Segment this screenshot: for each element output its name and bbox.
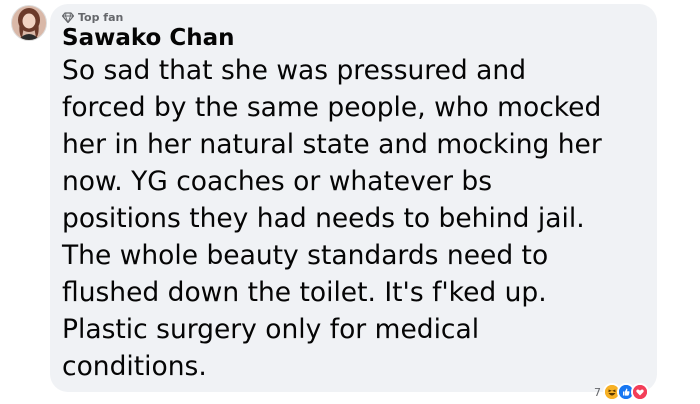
comment-text-line: So sad that she was pressured and	[62, 55, 527, 86]
comment-author[interactable]: Sawako Chan	[62, 24, 235, 52]
reaction-summary[interactable]: 7	[594, 381, 649, 403]
comment-text-line: her in her natural state and mocking her	[62, 129, 602, 160]
love-icon	[631, 383, 649, 401]
top-fan-badge: Top fan	[62, 10, 123, 24]
comment-text-line: Plastic surgery only for medical	[62, 314, 480, 345]
badge-label: Top fan	[78, 10, 124, 24]
comment-text-line: flushed down the toilet. It's f'ked up.	[62, 277, 547, 308]
comment-text-line: positions they had needs to behind jail.	[62, 203, 585, 234]
comment-text-line: The whole beauty standards need to	[62, 240, 549, 271]
reaction-count: 7	[594, 385, 601, 399]
avatar[interactable]	[11, 5, 47, 41]
comment-text-line: conditions.	[62, 351, 207, 382]
comment-text-line: now. YG coaches or whatever bs	[62, 166, 493, 197]
comment-text: So sad that she was pressured and forced…	[62, 52, 652, 385]
diamond-icon	[62, 11, 74, 23]
comment-text-line: forced by the same people, who mocked	[62, 92, 602, 123]
